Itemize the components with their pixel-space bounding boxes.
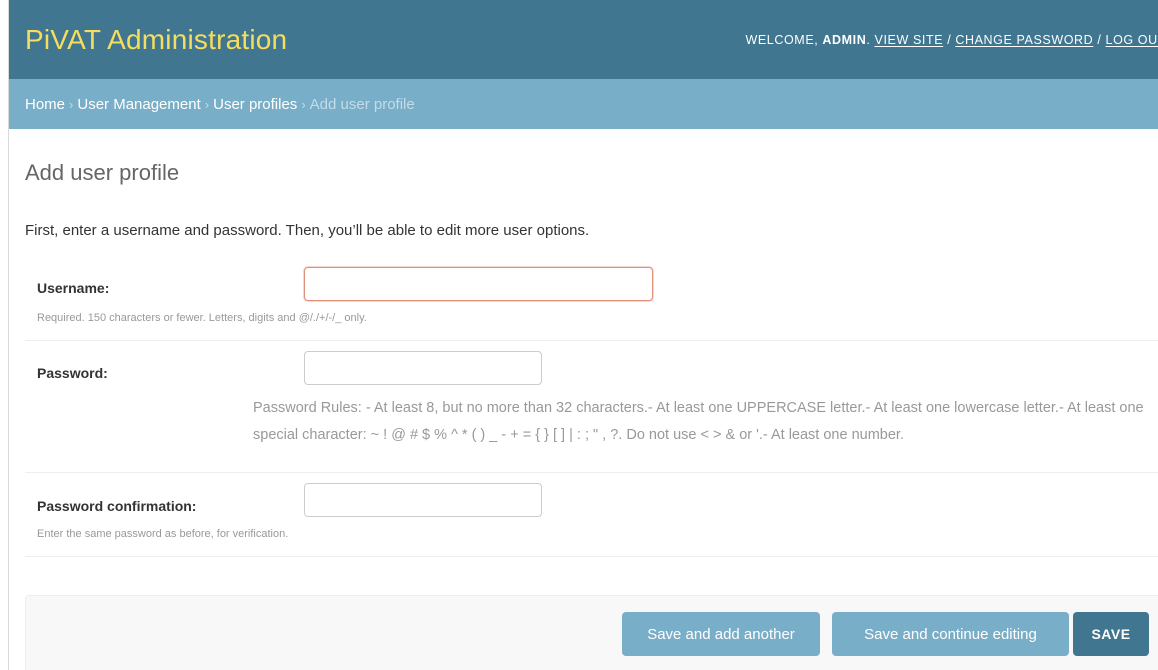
browser-frame: PiVAT Administration Welcome, admin. Vie… <box>0 0 1158 670</box>
save-and-add-another-button[interactable]: Save and add another <box>622 612 820 656</box>
breadcrumb: Home › User Management › User profiles ›… <box>9 79 1158 129</box>
breadcrumb-home[interactable]: Home <box>25 96 65 113</box>
welcome-prefix: Welcome, <box>745 32 823 47</box>
breadcrumb-current: Add user profile <box>309 95 415 113</box>
page-title: Add user profile <box>25 160 180 185</box>
username-input[interactable] <box>304 267 653 301</box>
password-confirmation-row: Password confirmation: Enter the same pa… <box>25 473 1158 557</box>
admin-app: PiVAT Administration Welcome, admin. Vie… <box>9 0 1158 670</box>
username-help: Required. 150 characters or fewer. Lette… <box>37 312 367 324</box>
user-tools: Welcome, admin. View site / Change passw… <box>745 33 1158 47</box>
left-edge <box>0 0 9 670</box>
password-confirmation-input[interactable] <box>304 483 542 517</box>
breadcrumb-separator: › <box>204 96 210 112</box>
password-rules: Password Rules: - At least 8, but no mor… <box>253 400 1144 443</box>
change-password-link[interactable]: Change password <box>955 33 1093 47</box>
current-username: admin <box>822 32 867 47</box>
form-intro: First, enter a username and password. Th… <box>25 222 590 239</box>
password-row: Password: Password Rules: - At least 8, … <box>25 341 1158 473</box>
log-out-link[interactable]: Log out <box>1106 33 1158 47</box>
breadcrumb-separator: › <box>69 96 74 112</box>
user-tools-separator: / <box>1093 32 1106 47</box>
password-confirmation-help: Enter the same password as before, for v… <box>37 528 289 540</box>
password-label: Password: <box>37 365 108 381</box>
breadcrumb-user-management[interactable]: User Management <box>77 96 200 113</box>
password-confirmation-label: Password confirmation: <box>37 498 197 514</box>
welcome-suffix: . <box>866 32 875 47</box>
breadcrumb-separator: › <box>301 96 306 112</box>
view-site-link[interactable]: View site <box>875 33 944 47</box>
breadcrumb-user-profiles[interactable]: User profiles <box>213 96 297 113</box>
username-label: Username: <box>37 280 110 296</box>
save-button[interactable]: SAVE <box>1073 612 1149 656</box>
username-row: Username: Required. 150 characters or fe… <box>25 260 1158 341</box>
header: PiVAT Administration Welcome, admin. Vie… <box>9 0 1158 79</box>
site-name[interactable]: PiVAT Administration <box>25 24 287 56</box>
password-input[interactable] <box>304 351 542 385</box>
user-tools-separator: / <box>943 32 956 47</box>
submit-row: Save and add another Save and continue e… <box>25 595 1158 670</box>
save-and-continue-button[interactable]: Save and continue editing <box>832 612 1069 656</box>
